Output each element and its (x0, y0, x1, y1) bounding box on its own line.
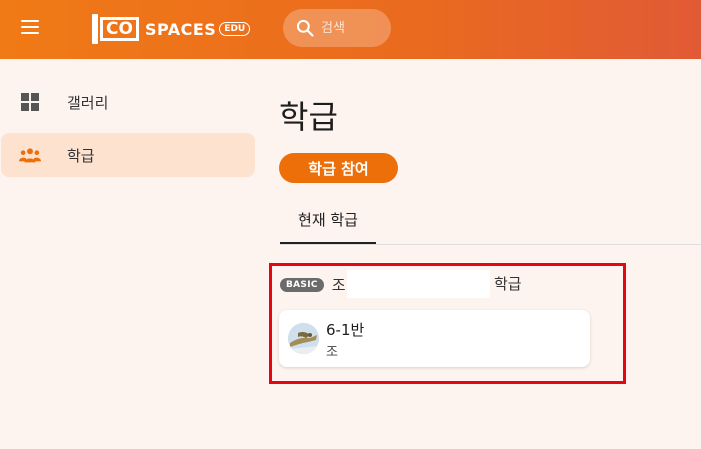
school-name: 조 (331, 276, 346, 294)
class-avatar (288, 323, 319, 354)
tab-current-classes[interactable]: 현재 학급 (280, 200, 376, 244)
school-group-header: BASIC 조 (280, 274, 346, 295)
page-title: 학급 (279, 98, 338, 136)
search-input[interactable] (321, 20, 381, 36)
search-box[interactable] (283, 9, 391, 47)
plan-badge: BASIC (280, 277, 324, 292)
sidebar-item-label: 학급 (67, 146, 95, 165)
sidebar-item-gallery[interactable]: 갤러리 (1, 80, 255, 124)
logo-spaces-text: SPACES (144, 19, 217, 39)
class-card[interactable]: 6-1반 조 (279, 310, 590, 367)
search-icon (296, 19, 314, 37)
grid-icon (19, 91, 41, 113)
class-teacher: 조 (326, 345, 338, 360)
class-name: 6-1반 (326, 321, 365, 339)
top-bar: CO SPACES EDU (0, 0, 701, 59)
redacted-area (347, 270, 490, 298)
tabs-divider (280, 244, 701, 245)
people-icon (19, 144, 41, 166)
sidebar-item-classes[interactable]: 학급 (1, 133, 255, 177)
logo-edu-badge: EDU (219, 22, 251, 36)
hamburger-menu-icon[interactable] (21, 20, 39, 34)
sidebar: 갤러리 학급 (0, 59, 264, 449)
join-class-button[interactable]: 학급 참여 (279, 153, 398, 183)
school-name-suffix: 학급 (494, 275, 522, 293)
logo-co-mark: CO (92, 14, 139, 44)
sidebar-item-label: 갤러리 (67, 93, 109, 112)
cospaces-edu-logo[interactable]: CO SPACES EDU (92, 13, 251, 45)
